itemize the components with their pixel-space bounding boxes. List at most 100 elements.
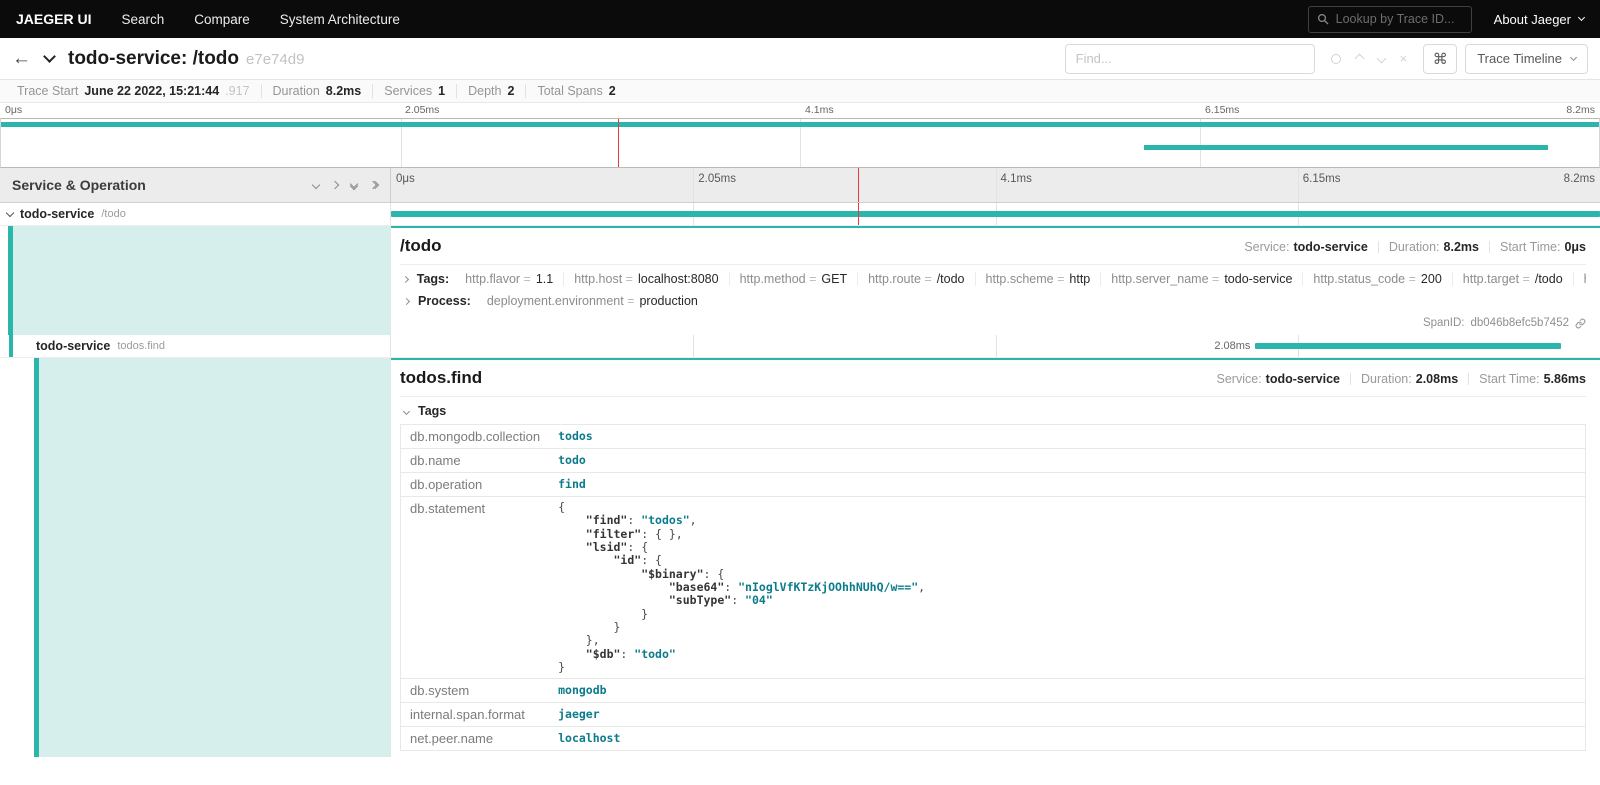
divider (1350, 373, 1351, 385)
nav-compare[interactable]: Compare (194, 12, 250, 27)
tag-pill: http.hostlocalhost:8080 (563, 272, 728, 286)
chevron-down-icon (1578, 14, 1585, 21)
minimap-span-bar-todo (1, 122, 1599, 127)
span-detail-title: /todo (400, 236, 442, 256)
minimap-scrubber[interactable] (0, 118, 1600, 168)
tags-accordion-expanded[interactable]: Tags (400, 404, 1586, 418)
trace-summary-bar: Trace Start June 22 2022, 15:21:44.917 D… (0, 80, 1600, 103)
grid-line (1298, 168, 1299, 202)
span-id-label: SpanID: (1423, 317, 1465, 329)
span-detail-indent (0, 358, 391, 757)
span-color-stripe (34, 358, 39, 757)
trace-minimap: 0μs 2.05ms 4.1ms 6.15ms 8.2ms (0, 103, 1600, 168)
tick-label: 2.05ms (405, 104, 439, 116)
process-accordion-label: Process: (418, 294, 471, 308)
tick-label: 0μs (396, 173, 415, 185)
span-service-name: todo-service (36, 339, 110, 353)
collapse-all-icon[interactable] (351, 181, 357, 189)
toolbar-left: ← todo-service: /todoe7e74d9 (12, 48, 304, 70)
tag-pill: http.status_code200 (1302, 272, 1451, 286)
tag-value: find (549, 473, 1585, 497)
table-row: net.peer.name localhost (401, 727, 1586, 751)
span-bar-cell-todos-find[interactable]: 2.08ms (391, 335, 1600, 357)
find-match-icon[interactable] (1331, 54, 1341, 64)
nav-search[interactable]: Search (121, 12, 164, 27)
span-name-cell-todo[interactable]: todo-service /todo (0, 203, 391, 225)
tags-section-label: Tags (418, 404, 446, 418)
divider (1378, 241, 1379, 253)
chevron-down-icon (7, 212, 13, 216)
minimap-tick-labels: 0μs 2.05ms 4.1ms 6.15ms 8.2ms (0, 103, 1600, 118)
summary-services: Services 1 (372, 84, 456, 98)
keyboard-shortcuts-button[interactable]: ⌘ (1423, 44, 1457, 74)
trace-lookup-box[interactable] (1308, 6, 1472, 33)
time-cursor-line (618, 119, 619, 167)
tag-key: db.statement (401, 497, 550, 679)
find-clear-icon[interactable]: × (1400, 52, 1408, 65)
summary-duration: Duration 8.2ms (261, 84, 373, 98)
tag-pill-strip: http.flavor1.1 http.hostlocalhost:8080 h… (455, 272, 1586, 286)
span-duration-bar-todos-find[interactable] (1255, 343, 1561, 349)
grid-line (996, 335, 997, 357)
span-name-cell-todos-find[interactable]: todo-service todos.find (0, 335, 391, 357)
span-row-todo: todo-service /todo (0, 203, 1600, 226)
expand-one-icon[interactable] (332, 182, 338, 188)
tag-pill: http.route/todo (857, 272, 974, 286)
tick-label: 0μs (5, 104, 22, 116)
toolbar-right: × ⌘ Trace Timeline (1065, 44, 1588, 74)
span-id-row: SpanID: db046b8efc5b7452 (400, 317, 1586, 329)
trace-title: todo-service: /todoe7e74d9 (68, 48, 304, 70)
tags-accordion[interactable]: Tags: http.flavor1.1 http.hostlocalhost:… (400, 272, 1586, 286)
find-next-icon[interactable] (1378, 55, 1385, 62)
back-button[interactable]: ← (12, 49, 31, 68)
tick-label: 8.2ms (1564, 173, 1595, 185)
tag-key: net.peer.name (401, 727, 550, 751)
span-duration-bar-todo[interactable] (391, 211, 1600, 217)
chevron-right-icon (400, 277, 411, 282)
divider (1489, 241, 1490, 253)
span-detail-meta: Service:todo-service Duration:2.08ms Sta… (1217, 372, 1586, 386)
summary-trace-start: Trace Start June 22 2022, 15:21:44.917 (6, 84, 261, 98)
nav-system-architecture[interactable]: System Architecture (280, 12, 400, 27)
span-detail-panel-todo: /todo Service:todo-service Duration:8.2m… (391, 226, 1600, 335)
trace-id: e7e74d9 (246, 51, 304, 68)
collapse-one-icon[interactable] (313, 182, 319, 188)
tick-label: 8.2ms (1566, 104, 1595, 116)
span-detail-header: todos.find Service:todo-service Duration… (400, 368, 1586, 388)
span-detail-row-todos-find: todos.find Service:todo-service Duration… (0, 358, 1600, 757)
span-detail-row-todo: /todo Service:todo-service Duration:8.2m… (0, 226, 1600, 335)
top-navbar: JAEGER UI Search Compare System Architec… (0, 0, 1600, 38)
about-jaeger-menu[interactable]: About Jaeger (1494, 12, 1584, 27)
process-accordion[interactable]: Process: deployment.environmentproductio… (400, 294, 1586, 308)
trace-lookup-input[interactable] (1336, 12, 1463, 26)
span-duration-label: 2.08ms (1214, 340, 1255, 352)
tag-key: db.operation (401, 473, 550, 497)
find-input[interactable] (1065, 44, 1315, 74)
summary-depth: Depth 2 (456, 84, 525, 98)
trace-view-label: Trace Timeline (1477, 51, 1562, 66)
find-prev-icon[interactable] (1356, 55, 1363, 62)
table-row: db.statement { "find": "todos", "filter"… (401, 497, 1586, 679)
tag-key: db.name (401, 449, 550, 473)
find-controls: × (1331, 52, 1408, 65)
span-service-name: todo-service (20, 207, 94, 221)
grid-line (996, 168, 997, 202)
time-cursor-line (858, 203, 859, 225)
copy-link-icon[interactable] (1575, 318, 1586, 329)
span-bar-cell-todo[interactable] (391, 203, 1600, 225)
tag-value: jaeger (549, 703, 1585, 727)
tag-pill: http.user_agentM... (1573, 272, 1586, 286)
chevron-right-icon (400, 299, 412, 304)
minimap-span-bar-todos-find (1144, 145, 1548, 150)
trace-collapse-toggle[interactable] (45, 52, 54, 61)
indent-highlight (13, 226, 390, 335)
trace-view-selector[interactable]: Trace Timeline (1465, 44, 1588, 74)
expand-all-icon[interactable] (370, 182, 378, 188)
timeline-header: Service & Operation 0μs 2.05ms 4.1ms 6.1… (0, 168, 1600, 203)
app-logo[interactable]: JAEGER UI (16, 11, 91, 27)
tag-key: db.system (401, 679, 550, 703)
divider (400, 264, 1586, 265)
jaeger-trace-page: { "navbar": { "brand": "JAEGER UI", "ite… (0, 0, 1600, 785)
time-cursor-line (858, 168, 859, 202)
search-icon (1317, 13, 1329, 25)
